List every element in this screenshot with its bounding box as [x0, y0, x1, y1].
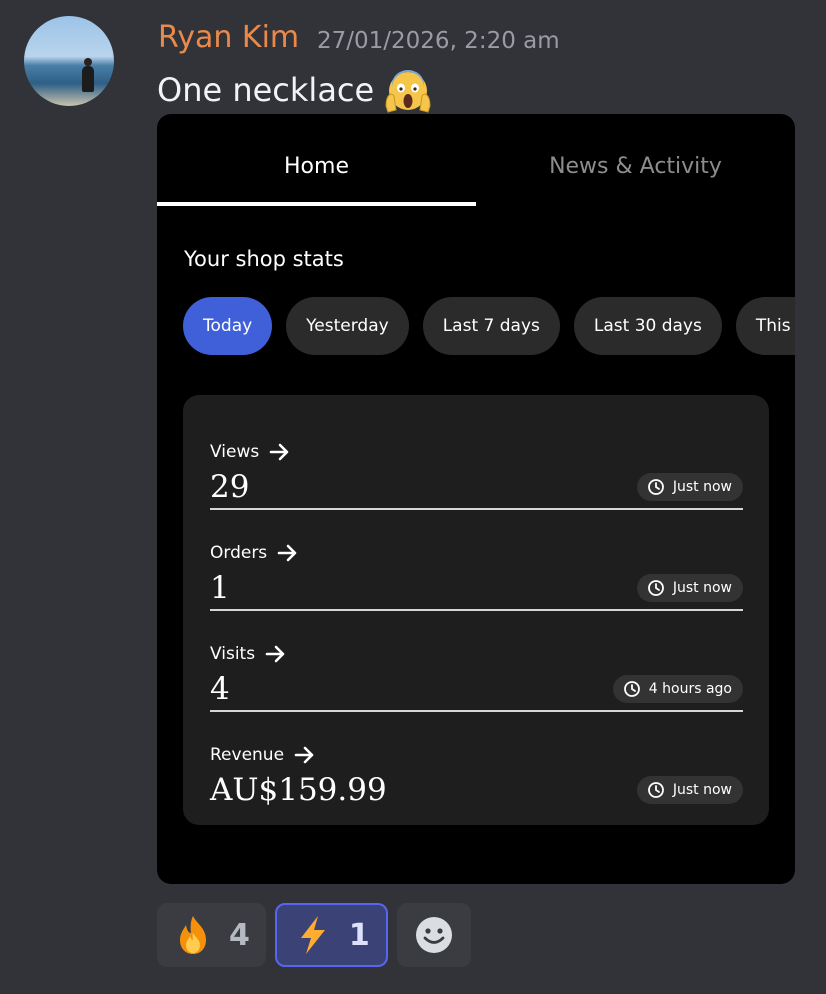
clock-icon [647, 580, 664, 596]
stat-label-text: Revenue [210, 745, 285, 765]
lightning-icon [300, 916, 325, 954]
stat-value-visits: 4 [210, 671, 230, 707]
stat-label-revenue[interactable]: Revenue [210, 742, 316, 768]
reaction-lightning[interactable]: 1 [274, 903, 388, 967]
stat-updated-text: Just now [672, 580, 732, 596]
arrow-right-icon [265, 645, 285, 663]
arrow-right-icon [277, 544, 297, 562]
arrow-right-icon [269, 443, 289, 461]
tab-home[interactable]: Home [157, 150, 476, 184]
tab-news-activity[interactable]: News & Activity [476, 150, 795, 184]
shop-stats-title: Your shop stats [184, 247, 344, 271]
stat-updated-badge: Just now [636, 776, 743, 804]
message-timestamp: 27/01/2026, 2:20 am [317, 28, 560, 54]
stat-row-orders[interactable]: Orders 1 Just now [210, 508, 743, 611]
message-text: One necklace [157, 71, 375, 109]
add-reaction-button[interactable] [396, 903, 471, 967]
clock-icon [647, 782, 664, 798]
period-chip-last-30-days[interactable]: Last 30 days [573, 297, 722, 355]
period-chip-yesterday[interactable]: Yesterday [286, 297, 409, 355]
stats-card: Views 29 Just now Orders 1 Just now Visi… [183, 395, 769, 825]
clock-icon [647, 479, 664, 495]
reaction-fire[interactable]: 4 [157, 903, 266, 967]
stat-updated-text: Just now [672, 479, 732, 495]
period-chip-last-7-days[interactable]: Last 7 days [422, 297, 560, 355]
fire-icon [180, 916, 206, 954]
stat-row-visits[interactable]: Visits 4 4 hours ago [210, 609, 743, 712]
stat-label-text: Orders [210, 543, 268, 563]
author-name[interactable]: Ryan Kim [158, 20, 299, 56]
reaction-count: 4 [229, 917, 250, 953]
stat-value-revenue: AU$159.99 [210, 772, 387, 808]
avatar-person-figure [82, 58, 94, 92]
clock-icon [623, 681, 640, 697]
period-filter-chips: Today Yesterday Last 7 days Last 30 days… [183, 297, 795, 355]
stat-updated-badge: 4 hours ago [612, 675, 743, 703]
stat-updated-text: 4 hours ago [648, 681, 732, 697]
shop-stats-embed: Home News & Activity Your shop stats Tod… [157, 114, 795, 884]
stat-label-orders[interactable]: Orders [210, 540, 299, 566]
period-chip-this-month[interactable]: This r [735, 297, 795, 355]
face-screaming-in-fear-icon [384, 66, 432, 114]
stat-row-views[interactable]: Views 29 Just now [210, 407, 743, 510]
embed-tab-bar: Home News & Activity [157, 114, 795, 206]
stat-value-views: 29 [210, 469, 250, 505]
stat-updated-badge: Just now [636, 574, 743, 602]
stat-label-text: Visits [210, 644, 256, 664]
stat-label-views[interactable]: Views [210, 439, 291, 465]
stat-updated-text: Just now [672, 782, 732, 798]
arrow-right-icon [294, 746, 314, 764]
reaction-bar: 4 1 [157, 903, 471, 967]
stat-label-visits[interactable]: Visits [210, 641, 287, 667]
message-content: One necklace [157, 66, 432, 114]
author-avatar[interactable] [24, 16, 114, 106]
reaction-count: 1 [348, 917, 370, 953]
stat-row-revenue[interactable]: Revenue AU$159.99 Just now [210, 710, 743, 811]
stat-value-orders: 1 [210, 570, 230, 606]
stat-updated-badge: Just now [636, 473, 743, 501]
tab-selected-indicator [157, 202, 476, 206]
add-reaction-icon [415, 917, 452, 953]
period-chip-today[interactable]: Today [183, 297, 273, 355]
stat-label-text: Views [210, 442, 260, 462]
